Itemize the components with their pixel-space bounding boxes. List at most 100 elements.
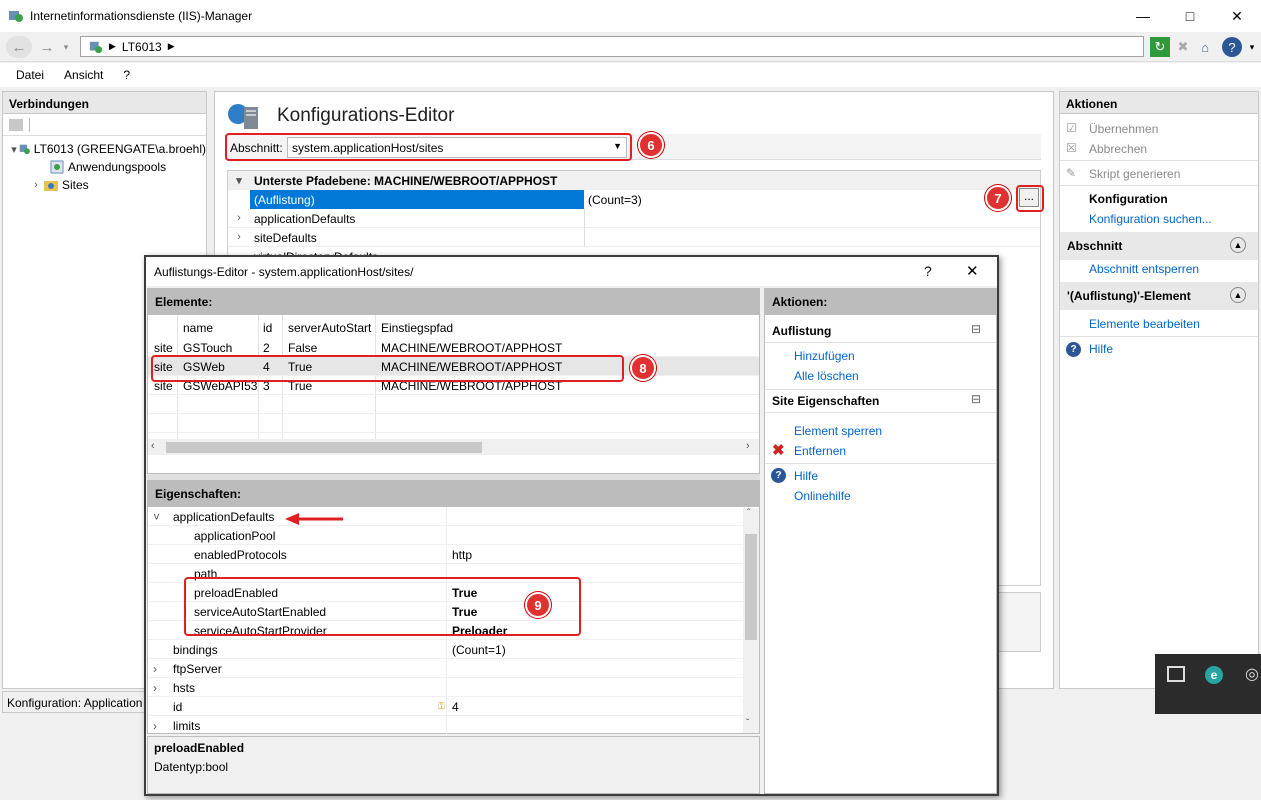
cancel-action[interactable]: Abbrechen [1089, 142, 1147, 156]
property-row[interactable]: › limits [148, 716, 744, 735]
collapse-icon[interactable]: ▲ [1230, 287, 1246, 303]
grid-row-sitedefaults[interactable]: › siteDefaults [228, 228, 1040, 247]
chevron-right-icon[interactable]: › [153, 681, 157, 695]
help-link[interactable]: Hilfe [1089, 342, 1113, 356]
tree-server[interactable]: ▾ LT6013 (GREENGATE\a.broehl) [3, 140, 206, 158]
actions-header: Aktionen [1060, 92, 1258, 114]
section-heading: Abschnitt [1067, 239, 1123, 253]
chevron-down-icon[interactable]: ▾ [232, 174, 246, 187]
config-heading: Konfiguration [1089, 192, 1168, 206]
scrollbar-thumb[interactable] [745, 534, 757, 640]
app-icon[interactable]: ◎ [1245, 664, 1259, 684]
chevron-down-icon[interactable]: ˅ [153, 510, 160, 524]
edge-icon[interactable]: e [1205, 666, 1223, 684]
home-icon[interactable]: ⌂ [1195, 37, 1215, 57]
grid-name: applicationDefaults [254, 212, 356, 226]
apply-action[interactable]: Übernehmen [1089, 122, 1158, 136]
property-row[interactable]: bindings (Count=1) [148, 640, 744, 659]
address-bar[interactable]: ▶ LT6013 ▶ [80, 36, 1144, 57]
taskbar-fragment: e ◎ [1155, 654, 1261, 714]
menu-ansicht[interactable]: Ansicht [64, 68, 103, 82]
menu-datei[interactable]: Datei [16, 68, 44, 82]
scroll-right-icon[interactable]: › [746, 440, 750, 452]
maximize-button[interactable]: □ [1167, 0, 1213, 32]
property-row[interactable]: id ⚿ 4 [148, 697, 744, 716]
history-dropdown-icon[interactable]: ▾ [58, 36, 74, 58]
tree-sites-label: Sites [62, 178, 89, 192]
refresh-icon[interactable]: ↻ [1150, 37, 1170, 57]
vertical-scrollbar[interactable]: ˆ ˇ [743, 508, 759, 733]
help-dropdown-icon[interactable]: ▾ [1242, 37, 1261, 57]
property-row[interactable]: › ftpServer [148, 659, 744, 678]
chevron-right-icon[interactable]: › [153, 662, 157, 676]
property-row[interactable]: enabledProtocols http [148, 545, 744, 564]
desktop-icon[interactable] [1167, 666, 1185, 682]
horizontal-scrollbar[interactable]: ‹ › [148, 439, 759, 455]
edit-items-link[interactable]: Elemente bearbeiten [1089, 317, 1200, 331]
grid-row-collection[interactable]: (Auflistung) (Count=3) [228, 190, 1040, 209]
cancel-icon: ☒ [1066, 141, 1077, 155]
property-name: bindings [173, 643, 218, 657]
tree-sites[interactable]: › Sites [3, 176, 206, 194]
scroll-up-icon[interactable]: ˆ [747, 508, 750, 519]
chevron-right-icon[interactable]: › [153, 719, 157, 733]
minimize-button[interactable]: — [1120, 0, 1166, 32]
property-name: limits [173, 719, 201, 733]
chevron-right-icon[interactable]: › [232, 212, 246, 224]
config-search-link[interactable]: Konfiguration suchen... [1089, 212, 1212, 226]
dialog-title: Auflistungs-Editor - system.applicationH… [154, 265, 414, 279]
cell-name: GSTouch [183, 341, 233, 355]
property-row[interactable]: › hsts [148, 678, 744, 697]
forward-button[interactable]: → [34, 36, 60, 58]
dialog-actions-pane: Aktionen: Auflistung ⊟ Hinzufügen Alle l… [764, 288, 997, 794]
generate-script-action[interactable]: Skript generieren [1089, 167, 1180, 181]
collapse-icon[interactable]: ⊟ [971, 392, 981, 406]
clear-all-link[interactable]: Alle löschen [794, 369, 859, 383]
script-icon: ✎ [1066, 166, 1077, 180]
dialog-help-button[interactable]: ? [924, 263, 932, 279]
elements-header: Elemente: [148, 289, 759, 315]
elements-pane: Elemente: name id serverAutoStart Einsti… [147, 288, 760, 474]
section-unlock-link[interactable]: Abschnitt entsperren [1089, 262, 1199, 276]
scroll-down-icon[interactable]: ˇ [746, 718, 749, 729]
scroll-left-icon[interactable]: ‹ [151, 440, 155, 452]
back-button[interactable]: ← [6, 36, 32, 58]
col-header-id[interactable]: id [263, 321, 272, 335]
remove-link[interactable]: Entfernen [794, 444, 846, 458]
col-header-path[interactable]: Einstiegspfad [381, 321, 453, 335]
properties-pane: Eigenschaften: ˅ applicationDefaults appli… [147, 480, 760, 735]
collapse-icon[interactable]: ▲ [1230, 237, 1246, 253]
breadcrumb-server[interactable]: LT6013 [122, 40, 162, 54]
property-value: 4 [452, 700, 459, 714]
key-icon: ⚿ [438, 701, 445, 711]
apply-icon: ☑ [1066, 121, 1077, 135]
collapse-icon[interactable]: ⊟ [971, 322, 981, 336]
add-link[interactable]: Hinzufügen [794, 349, 855, 363]
chevron-down-icon[interactable]: ▾ [9, 143, 19, 156]
description-pane: preloadEnabled Datentyp:bool [147, 736, 760, 794]
menu-bar: Datei Ansicht ? [0, 63, 1261, 87]
chevron-right-icon[interactable]: › [29, 179, 43, 191]
property-row[interactable]: ˅ applicationDefaults [148, 507, 744, 526]
scrollbar-thumb[interactable] [166, 442, 482, 453]
chevron-right-icon[interactable]: › [232, 231, 246, 243]
grid-row-appdefaults[interactable]: › applicationDefaults [228, 209, 1040, 228]
grid-name: siteDefaults [254, 231, 317, 245]
col-header-name[interactable]: name [183, 321, 213, 335]
window-title: Internetinformationsdienste (IIS)-Manage… [30, 9, 253, 23]
cell-type: site [154, 341, 173, 355]
online-help-link[interactable]: Onlinehilfe [794, 489, 851, 503]
property-row[interactable]: applicationPool [148, 526, 744, 545]
connect-icon[interactable] [9, 118, 23, 131]
menu-help[interactable]: ? [123, 68, 130, 82]
tree-app-pools[interactable]: Anwendungspools [3, 158, 206, 176]
help-icon[interactable]: ? [1222, 37, 1242, 57]
help-link[interactable]: Hilfe [794, 469, 818, 483]
grid-value: (Count=3) [588, 193, 642, 207]
lock-element-link[interactable]: Element sperren [794, 424, 882, 438]
close-button[interactable]: ✕ [1214, 0, 1260, 32]
red-arrow-annotation [285, 513, 343, 525]
stop-icon[interactable]: ✖ [1173, 37, 1193, 57]
dialog-close-button[interactable]: ✕ [966, 262, 979, 280]
col-header-serverautostart[interactable]: serverAutoStart [288, 321, 371, 335]
